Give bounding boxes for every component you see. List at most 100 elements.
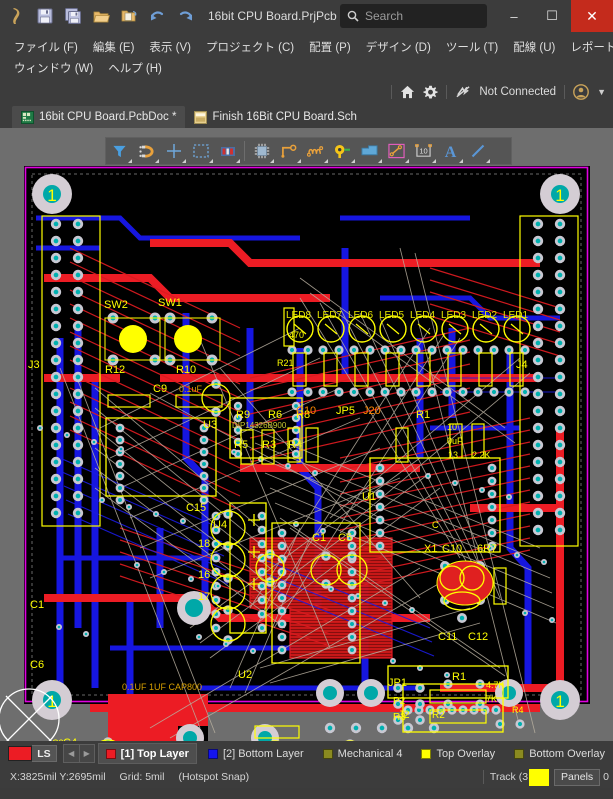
layer-chip-bottom-layer (207, 748, 218, 759)
layer-tab-bottom-layer[interactable]: [2] Bottom Layer (200, 743, 312, 764)
chevron-right-icon[interactable]: ▶ (78, 745, 94, 762)
layer-tab-top-overlay-label: Top Overlay (436, 747, 496, 760)
svg-text:LED2: LED2 (472, 310, 497, 321)
tab-schdoc[interactable]: Finish 16Bit CPU Board.Sch (185, 106, 365, 128)
line-icon[interactable] (464, 138, 491, 164)
svg-text:C1: C1 (312, 532, 326, 544)
layer-tab-mechanical-4[interactable]: Mechanical 4 (315, 743, 411, 764)
menu-row-1: ファイル (F) 編集 (E) 表示 (V) プロジェクト (C) 配置 (P)… (14, 36, 613, 57)
menu-route[interactable]: 配線 (U) (513, 39, 555, 55)
svg-text:0.1UF 1UF CAP800: 0.1UF 1UF CAP800 (122, 682, 202, 692)
undo-icon[interactable] (144, 3, 170, 29)
menu-window[interactable]: ウィンドウ (W) (14, 60, 93, 76)
chip-icon[interactable] (248, 138, 275, 164)
svg-text:R5: R5 (234, 439, 248, 451)
chevron-down-icon[interactable]: ▼ (597, 87, 606, 97)
layer-scroll-buttons: ◀ ▶ (62, 744, 95, 763)
svg-text:17: 17 (198, 591, 210, 603)
open-folder-icon[interactable] (88, 3, 114, 29)
menu-view[interactable]: 表示 (V) (149, 39, 191, 55)
gear-icon[interactable] (423, 85, 438, 100)
svg-text:2.2K: 2.2K (472, 450, 491, 460)
altium-logo-icon[interactable] (4, 3, 30, 29)
menu-design[interactable]: デザイン (D) (366, 39, 431, 55)
minimize-button[interactable]: – (495, 0, 533, 32)
svg-text:LED8: LED8 (286, 310, 311, 321)
svg-text:10: 10 (419, 146, 427, 155)
via-icon[interactable] (329, 138, 356, 164)
svg-text:4.7K: 4.7K (486, 680, 505, 690)
svg-text:U4: U4 (213, 519, 227, 531)
svg-text:P2: P2 (393, 696, 406, 707)
titlebar-icon-group (0, 3, 198, 29)
magnet-icon[interactable] (133, 138, 160, 164)
svg-text:C10: C10 (296, 405, 316, 417)
coordinate-icon[interactable]: 10 (410, 138, 437, 164)
svg-text:R1: R1 (416, 409, 430, 421)
layer-tab-top-overlay[interactable]: Top Overlay (413, 743, 503, 764)
tab-pcbdoc[interactable]: 16bit CPU Board.PcbDoc * (12, 106, 186, 128)
crosshair-icon[interactable] (160, 138, 187, 164)
layer-tab-bottom-overlay-label: Bottom Overlay (529, 747, 605, 760)
sch-doc-icon (194, 110, 208, 124)
close-button[interactable]: ✕ (571, 0, 613, 32)
save-all-icon[interactable] (60, 3, 86, 29)
layer-chip-top-overlay (421, 748, 432, 759)
component-icon[interactable] (214, 138, 241, 164)
menu-edit[interactable]: 編集 (E) (93, 39, 135, 55)
maximize-button[interactable]: ☐ (533, 0, 571, 32)
polygon-icon[interactable] (356, 138, 383, 164)
dashed-rect-icon[interactable] (187, 138, 214, 164)
svg-text:10: 10 (447, 422, 457, 432)
save-icon[interactable] (32, 3, 58, 29)
menu-reports[interactable]: レポート (R) (570, 39, 613, 55)
menu-project[interactable]: プロジェクト (C) (206, 39, 294, 55)
dimension-icon[interactable] (383, 138, 410, 164)
svg-text:C6: C6 (30, 659, 44, 671)
chevron-left-icon[interactable]: ◀ (64, 745, 79, 762)
menu-help[interactable]: ヘルプ (H) (108, 60, 162, 76)
svg-text:U2: U2 (238, 669, 252, 681)
menu-tools[interactable]: ツール (T) (446, 39, 498, 55)
layer-tab-bottom-overlay[interactable]: Bottom Overlay (506, 743, 613, 764)
pcb-board-render[interactable]: 1 1 1 1 SW2 SW1 J3 J4 LED8 LED7 LED6 LED… (0, 128, 613, 741)
connection-status: Not Connected (479, 86, 557, 98)
svg-text:X1: X1 (424, 543, 437, 555)
pcb-doc-icon (21, 110, 34, 124)
wave-icon[interactable] (302, 138, 329, 164)
pcb-canvas[interactable]: 1 1 1 1 SW2 SW1 J3 J4 LED8 LED7 LED6 LED… (0, 128, 613, 741)
layer-tab-bar: LS ◀ ▶ [1] Top Layer [2] Bottom Layer Me… (0, 741, 613, 766)
layer-tab-top-layer[interactable]: [1] Top Layer (97, 743, 197, 764)
route-icon[interactable] (275, 138, 302, 164)
svg-text:U1: U1 (362, 491, 376, 503)
open-project-icon[interactable] (116, 3, 142, 29)
funnel-icon[interactable] (106, 138, 133, 164)
layer-chip-bottom-overlay (514, 748, 525, 759)
disconnected-icon[interactable] (455, 85, 471, 99)
title-bar: 16bit CPU Board.PrjPcb - Altiu... Search… (0, 0, 613, 32)
svg-text:R4: R4 (512, 705, 524, 715)
menu-file[interactable]: ファイル (F) (14, 39, 78, 55)
svg-text:LED4: LED4 (410, 310, 435, 321)
status-track: Track (3 (489, 771, 529, 783)
svg-text:1: 1 (555, 186, 564, 205)
user-avatar-icon[interactable] (573, 84, 589, 100)
text-a-icon[interactable]: A (437, 138, 464, 164)
status-bar: X:3825mil Y:2695mil Grid: 5mil (Hotspot … (0, 766, 613, 788)
svg-text:C: C (432, 520, 439, 530)
panels-button[interactable]: Panels (554, 768, 601, 786)
layer-color-swatch[interactable] (8, 746, 33, 761)
home-icon[interactable] (400, 85, 415, 99)
svg-text:JP5: JP5 (336, 405, 355, 417)
search-input[interactable]: Search (340, 4, 487, 28)
svg-text:LED6: LED6 (348, 310, 373, 321)
svg-text:R10: R10 (176, 364, 196, 376)
ls-button[interactable]: LS (32, 745, 57, 762)
menu-place[interactable]: 配置 (P) (309, 39, 351, 55)
svg-text:7K: 7K (486, 694, 497, 704)
svg-text:LED1: LED1 (503, 310, 528, 321)
svg-text:R9: R9 (236, 409, 250, 421)
svg-text:SW1: SW1 (158, 297, 182, 309)
redo-icon[interactable] (172, 3, 198, 29)
svg-text:C10: C10 (442, 543, 462, 555)
